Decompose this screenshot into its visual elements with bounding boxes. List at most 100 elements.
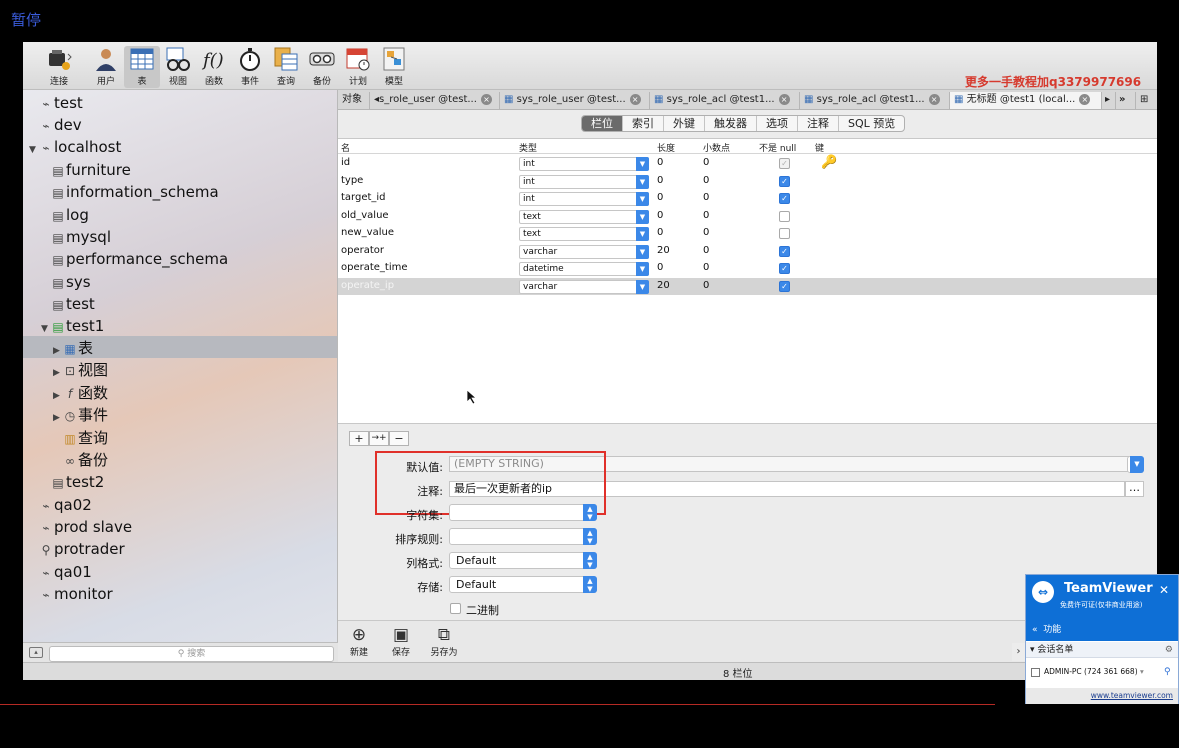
tree-item-mysql[interactable]: ▤ mysql [51, 226, 111, 248]
field-decimals-cell[interactable]: 0 [703, 210, 709, 221]
table-row[interactable]: target_id int ▼ 0 0 ✓ [338, 190, 1157, 208]
field-decimals-cell[interactable]: 0 [703, 245, 709, 256]
charset-select[interactable]: ▲ ▼ [449, 504, 597, 521]
field-name-cell[interactable]: operator [341, 245, 384, 256]
primary-key-icon[interactable]: 🔑 [821, 155, 837, 170]
tree-item-performance-schema[interactable]: ▤ performance_schema [51, 248, 228, 270]
disclosure-open-icon[interactable]: ▼ [29, 139, 39, 161]
toolbar-backup-button[interactable]: 备份 [304, 46, 340, 88]
teamviewer-expand-icon[interactable]: › [1012, 643, 1025, 661]
teamviewer-session-list-header[interactable]: ▾ 会话名单 ⚙ [1026, 642, 1178, 658]
col-name-header[interactable]: 名 [341, 141, 350, 154]
close-tab-icon[interactable]: × [629, 93, 641, 105]
insert-field-button[interactable]: →+ [369, 431, 389, 446]
tree-item-events[interactable]: ▶ ◷ 事件 [53, 404, 108, 426]
table-row[interactable]: type int ▼ 0 0 ✓ [338, 173, 1157, 191]
field-type-select[interactable]: varchar ▼ [519, 279, 649, 294]
close-icon[interactable]: ✕ [1159, 583, 1169, 597]
toolbar-view-button[interactable]: 视图 [160, 46, 196, 88]
sidebar-toggle-icon[interactable]: ▴ [29, 647, 43, 658]
table-row[interactable]: operator varchar ▼ 20 0 ✓ [338, 243, 1157, 261]
seg-comment[interactable]: 注释 [798, 116, 839, 131]
toolbar-event-button[interactable]: 事件 [232, 46, 268, 88]
pin-icon[interactable]: ⚲ [1164, 667, 1171, 677]
close-tab-icon[interactable]: × [928, 93, 940, 105]
tab-untitled[interactable]: ▦ 无标题 @test1 (local... × [950, 92, 1102, 109]
seg-fields[interactable]: 栏位 [582, 116, 623, 131]
sidebar-search-input[interactable]: ⚲ 搜索 [49, 646, 334, 662]
tree-item-test[interactable]: ⌁ test [39, 92, 82, 114]
gear-icon[interactable]: ⚙ [1165, 642, 1173, 658]
tab-objects[interactable]: 对象 [338, 92, 370, 109]
not-null-checkbox[interactable]: ✓ [779, 175, 790, 187]
field-type-select[interactable]: text ▼ [519, 209, 649, 224]
field-type-select[interactable]: datetime ▼ [519, 262, 649, 276]
table-row[interactable]: id int ▼ 0 0 ✓ 🔑 [338, 155, 1157, 173]
field-length-cell[interactable]: 20 [657, 245, 670, 256]
col-decimals-header[interactable]: 小数点 [703, 141, 730, 154]
tree-item-sys[interactable]: ▤ sys [51, 271, 90, 293]
teamviewer-link[interactable]: www.teamviewer.com [1026, 688, 1178, 704]
teamviewer-functions-button[interactable]: « 功能 [1032, 622, 1061, 635]
teamviewer-session-item[interactable]: ADMIN-PC (724 361 668) ▾ [1031, 667, 1144, 677]
toolbar-function-button[interactable]: f() 函数 [196, 46, 232, 88]
tab-sys-role-acl-data[interactable]: ▦ sys_role_acl @test1... × [800, 92, 950, 109]
field-name-cell[interactable]: operate_time [341, 262, 408, 273]
not-null-checkbox[interactable]: ✓ [779, 245, 790, 257]
field-length-cell[interactable]: 0 [657, 192, 663, 203]
tree-item-functions[interactable]: ▶ f 函数 [53, 382, 108, 404]
not-null-checkbox[interactable] [779, 228, 790, 239]
field-name-cell[interactable]: new_value [341, 227, 394, 238]
not-null-checkbox[interactable] [779, 210, 790, 222]
table-row[interactable]: old_value text ▼ 0 0 [338, 208, 1157, 226]
table-row[interactable]: new_value text ▼ 0 0 [338, 225, 1157, 243]
field-name-cell[interactable]: old_value [341, 210, 389, 221]
field-name-cell[interactable]: operate_ip [341, 280, 394, 291]
disclosure-open-icon[interactable]: ▼ [41, 318, 51, 340]
tab-s-role-user[interactable]: ◂s_role_user @test... × [370, 92, 500, 109]
default-value-dropdown[interactable]: ▼ [1127, 456, 1144, 473]
close-tab-icon[interactable]: × [480, 93, 492, 105]
not-null-checkbox[interactable]: ✓ [779, 263, 790, 274]
field-name-cell[interactable]: type [341, 175, 363, 186]
field-type-select[interactable]: text ▼ [519, 227, 649, 241]
field-decimals-cell[interactable]: 0 [703, 280, 709, 291]
field-name-cell[interactable]: id [341, 157, 350, 168]
tree-item-test2[interactable]: ▤ test2 [51, 471, 104, 493]
col-not-null-header[interactable]: 不是 null [759, 141, 796, 154]
storage-select[interactable]: Default ▲ ▼ [449, 576, 597, 593]
toolbar-connect-button[interactable]: 连接 [37, 46, 81, 88]
field-decimals-cell[interactable]: 0 [703, 192, 709, 203]
col-type-header[interactable]: 类型 [519, 141, 537, 154]
table-row[interactable]: operate_ip varchar ▼ 20 0 ✓ [338, 277, 1157, 295]
seg-sql-preview[interactable]: SQL 预览 [839, 116, 904, 131]
toolbar-model-button[interactable]: 模型 [376, 46, 412, 88]
field-length-cell[interactable]: 0 [657, 227, 663, 238]
toolbar-table-button[interactable]: 表 [124, 46, 160, 88]
remove-field-button[interactable]: − [389, 431, 409, 446]
tree-item-views[interactable]: ▶ ⊡ 视图 [53, 359, 108, 381]
seg-indexes[interactable]: 索引 [623, 116, 664, 131]
tree-item-qa01[interactable]: ⌁ qa01 [39, 561, 91, 583]
tree-item-protrader[interactable]: ⚲ protrader [39, 538, 125, 560]
field-type-select[interactable]: int ▼ [519, 157, 649, 171]
add-field-button[interactable]: + [349, 431, 369, 446]
table-row[interactable]: operate_time datetime ▼ 0 0 ✓ [338, 260, 1157, 278]
tree-item-information-schema[interactable]: ▤ information_schema [51, 181, 218, 203]
not-null-checkbox[interactable]: ✓ [779, 280, 790, 292]
seg-foreign-keys[interactable]: 外键 [664, 116, 705, 131]
toolbar-schedule-button[interactable]: 计划 [340, 46, 376, 88]
field-decimals-cell[interactable]: 0 [703, 227, 709, 238]
field-decimals-cell[interactable]: 0 [703, 175, 709, 186]
tree-item-backups[interactable]: ∞ 备份 [63, 449, 108, 471]
field-decimals-cell[interactable]: 0 [703, 157, 709, 168]
comment-edit-button[interactable]: … [1125, 481, 1144, 497]
field-length-cell[interactable]: 0 [657, 157, 663, 168]
col-length-header[interactable]: 长度 [657, 141, 675, 154]
col-key-header[interactable]: 键 [815, 141, 824, 154]
field-length-cell[interactable]: 20 [657, 280, 670, 291]
tree-item-test-db[interactable]: ▤ test [51, 293, 94, 315]
seg-options[interactable]: 选项 [757, 116, 798, 131]
field-name-cell[interactable]: target_id [341, 192, 386, 203]
scroll-right-icon[interactable]: ▸ [1102, 92, 1116, 109]
